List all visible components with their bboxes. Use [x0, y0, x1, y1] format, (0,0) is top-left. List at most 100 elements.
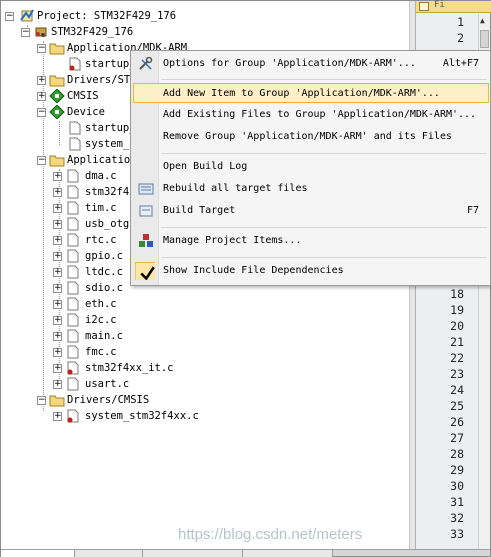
- line-number: 25: [450, 399, 464, 413]
- file-icon: [67, 361, 79, 375]
- line-number: 31: [450, 495, 464, 509]
- line-number: 19: [450, 303, 464, 317]
- group-label: Application: [67, 154, 137, 166]
- line-number: 33: [450, 527, 464, 541]
- file-icon: [67, 377, 79, 391]
- menu-item-remove-group[interactable]: Remove Group 'Application/MDK-ARM' and i…: [133, 127, 489, 147]
- file-icon: [67, 265, 79, 279]
- menu-item-open-build-log[interactable]: Open Build Log: [133, 157, 489, 177]
- file-label: main.c: [85, 330, 123, 342]
- menu-item-options-for-group[interactable]: Options for Group 'Application/MDK-ARM'.…: [133, 54, 489, 74]
- collapse-toggle[interactable]: −: [5, 12, 14, 21]
- rebuild-icon: [138, 183, 154, 195]
- tree-guide-line: [59, 121, 60, 145]
- expand-toggle[interactable]: +: [53, 188, 62, 197]
- file-icon: [67, 201, 79, 215]
- menu-item-label: Manage Project Items...: [163, 235, 302, 246]
- file-label: dma.c: [85, 170, 117, 182]
- menu-item-add-new-item[interactable]: Add New Item to Group 'Application/MDK-A…: [133, 83, 489, 103]
- manage-items-icon: [139, 234, 153, 247]
- expand-toggle[interactable]: +: [53, 316, 62, 325]
- menu-item-build-target[interactable]: Build Target F7: [133, 201, 489, 221]
- expand-toggle[interactable]: +: [53, 300, 62, 309]
- expand-toggle[interactable]: +: [37, 92, 46, 101]
- expand-toggle[interactable]: +: [53, 364, 62, 373]
- menu-item-label: Add New Item to Group 'Application/MDK-A…: [163, 88, 440, 99]
- expand-toggle[interactable]: +: [53, 172, 62, 181]
- file-label: gpio.c: [85, 250, 123, 262]
- context-menu: Options for Group 'Application/MDK-ARM'.…: [130, 50, 491, 286]
- menu-item-shortcut: Alt+F7: [442, 58, 479, 69]
- menu-item-add-existing-files[interactable]: Add Existing Files to Group 'Application…: [133, 105, 489, 125]
- tab-templates[interactable]: [243, 550, 333, 557]
- menu-item-rebuild-all[interactable]: Rebuild all target files: [133, 179, 489, 199]
- expand-toggle[interactable]: +: [53, 412, 62, 421]
- file-label: ltdc.c: [85, 266, 123, 278]
- tab-functions[interactable]: [143, 550, 243, 557]
- file-label: i2c.c: [85, 314, 117, 326]
- group-label: Device: [67, 106, 105, 118]
- target-icon: [35, 27, 47, 37]
- menu-item-manage-project-items[interactable]: Manage Project Items...: [133, 231, 489, 251]
- scroll-thumb[interactable]: [480, 30, 489, 48]
- expand-toggle[interactable]: +: [53, 252, 62, 261]
- watermark-text: https://blog.csdn.net/meters: [178, 526, 363, 543]
- editor-tab[interactable]: Fi: [416, 0, 491, 13]
- expand-toggle[interactable]: +: [53, 380, 62, 389]
- menu-item-label: Remove Group 'Application/MDK-ARM' and i…: [163, 131, 452, 142]
- line-number: 20: [450, 319, 464, 333]
- file-icon: [67, 169, 79, 183]
- expand-toggle[interactable]: +: [53, 332, 62, 341]
- file-icon: [69, 121, 81, 135]
- expand-toggle[interactable]: +: [53, 348, 62, 357]
- file-label: usart.c: [85, 378, 130, 390]
- line-number: 22: [450, 351, 464, 365]
- menu-item-label: Options for Group 'Application/MDK-ARM'.…: [163, 58, 416, 69]
- expand-toggle[interactable]: +: [53, 220, 62, 229]
- line-number: 28: [450, 447, 464, 461]
- group-label: CMSIS: [67, 90, 99, 102]
- build-icon: [139, 205, 153, 217]
- collapse-toggle[interactable]: −: [37, 108, 46, 117]
- line-number: 21: [450, 335, 464, 349]
- component-diamond-icon: [49, 105, 65, 119]
- file-label: startup_: [85, 122, 136, 134]
- line-number: 1: [457, 15, 464, 29]
- menu-item-label: Show Include File Dependencies: [163, 265, 344, 276]
- scroll-up-arrow-icon[interactable]: ▲: [480, 16, 485, 25]
- line-number: 18: [450, 287, 464, 301]
- checkmark-icon: [135, 262, 155, 280]
- collapse-toggle[interactable]: −: [37, 44, 46, 53]
- expand-toggle[interactable]: +: [53, 236, 62, 245]
- menu-item-show-include-deps[interactable]: Show Include File Dependencies: [133, 261, 489, 281]
- file-icon: [67, 297, 79, 311]
- expand-toggle[interactable]: +: [37, 76, 46, 85]
- wrench-icon: [139, 57, 153, 70]
- line-number: 27: [450, 431, 464, 445]
- tab-books[interactable]: [75, 550, 143, 557]
- line-number: 26: [450, 415, 464, 429]
- expand-toggle[interactable]: +: [53, 284, 62, 293]
- folder-icon: [49, 155, 65, 167]
- line-number: 24: [450, 383, 464, 397]
- file-label: system_s: [85, 138, 136, 150]
- file-icon: [67, 345, 79, 359]
- tab-project[interactable]: [1, 550, 75, 557]
- file-label: stm32f4xx_it.c: [85, 362, 174, 374]
- file-icon: [67, 409, 79, 423]
- file-icon: [67, 329, 79, 343]
- collapse-toggle[interactable]: −: [37, 396, 46, 405]
- file-icon: [67, 249, 79, 263]
- menu-separator: [161, 257, 487, 258]
- collapse-toggle[interactable]: −: [21, 28, 30, 37]
- collapse-toggle[interactable]: −: [37, 156, 46, 165]
- expand-toggle[interactable]: +: [53, 204, 62, 213]
- expand-toggle[interactable]: +: [53, 268, 62, 277]
- menu-item-label: Add Existing Files to Group 'Application…: [163, 109, 477, 120]
- folder-icon: [49, 43, 65, 55]
- bottom-tab-bar[interactable]: [1, 549, 490, 557]
- file-icon: [67, 281, 79, 295]
- project-root-label: Project: STM32F429_176: [37, 10, 177, 22]
- file-label: fmc.c: [85, 346, 117, 358]
- menu-item-label: Build Target: [163, 205, 236, 216]
